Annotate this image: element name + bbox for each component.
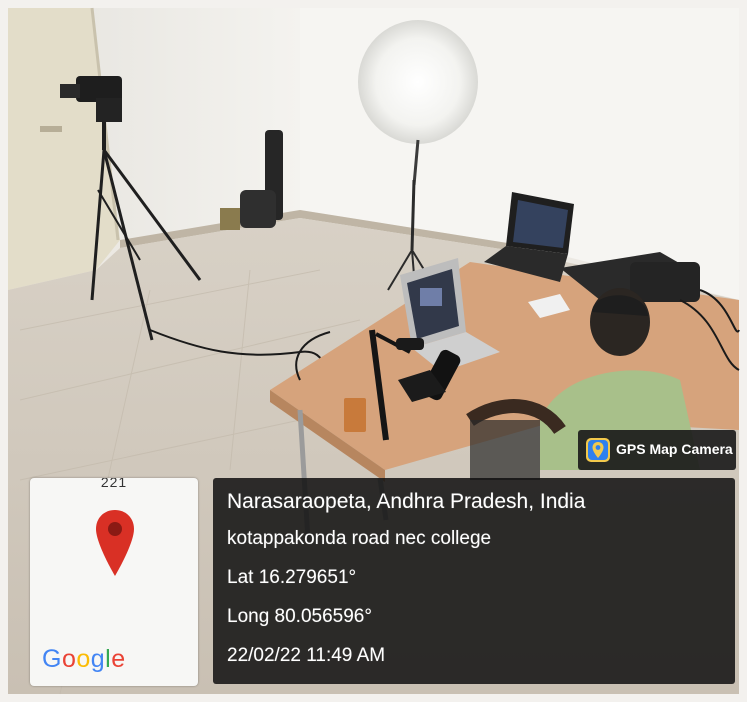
google-logo-letter: o xyxy=(76,645,91,673)
timestamp-value: 22/02/22 11:49 AM xyxy=(227,645,386,666)
google-logo-letter: o xyxy=(61,645,77,673)
map-pin-icon xyxy=(96,510,134,576)
google-logo-letter: g xyxy=(90,645,106,673)
longitude-value: Long 80.056596° xyxy=(227,606,372,627)
google-logo-letter: G xyxy=(42,645,62,673)
place-name: Narasaraopeta, Andhra Pradesh, India xyxy=(227,490,586,513)
google-logo: Google xyxy=(42,645,126,674)
map-thumbnail: 221 Google xyxy=(30,478,198,686)
map-pin-app-icon xyxy=(586,438,610,462)
address-line: kotappakonda road nec college xyxy=(227,528,492,549)
latitude-value: Lat 16.279651° xyxy=(227,567,357,588)
google-logo-letter: e xyxy=(111,645,126,673)
app-badge: GPS Map Camera xyxy=(578,430,736,470)
road-number-label: 221 xyxy=(100,478,128,490)
location-info-panel: Narasaraopeta, Andhra Pradesh, India kot… xyxy=(213,478,735,684)
app-name: GPS Map Camera xyxy=(616,441,733,457)
